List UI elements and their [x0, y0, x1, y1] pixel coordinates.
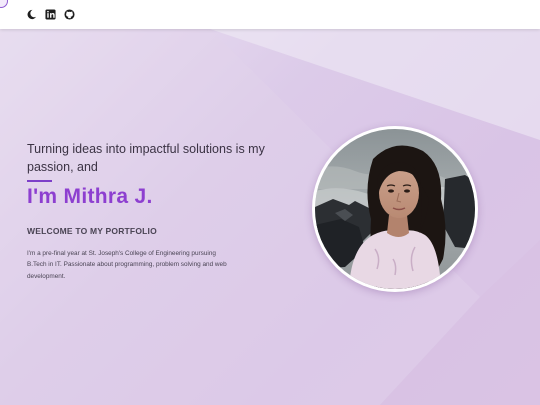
linkedin-icon[interactable] [44, 8, 57, 21]
hero-bio: I'm a pre-final year at St. Joseph's Col… [27, 250, 227, 280]
welcome-heading: WELCOME TO MY PORTFOLIO [27, 226, 157, 236]
moon-icon[interactable] [25, 8, 38, 21]
top-navbar [0, 0, 540, 29]
tagline-underline [27, 180, 52, 182]
header-icons [25, 8, 76, 21]
hero-text: Turning ideas into impactful solutions i… [27, 140, 277, 282]
github-icon[interactable] [63, 8, 76, 21]
hero-name: I'm Mithra J. [27, 185, 153, 208]
profile-photo-frame [312, 126, 478, 292]
profile-photo [315, 129, 475, 289]
logo-icon[interactable] [0, 0, 8, 8]
hero-tagline: Turning ideas into impactful solutions i… [27, 142, 265, 174]
